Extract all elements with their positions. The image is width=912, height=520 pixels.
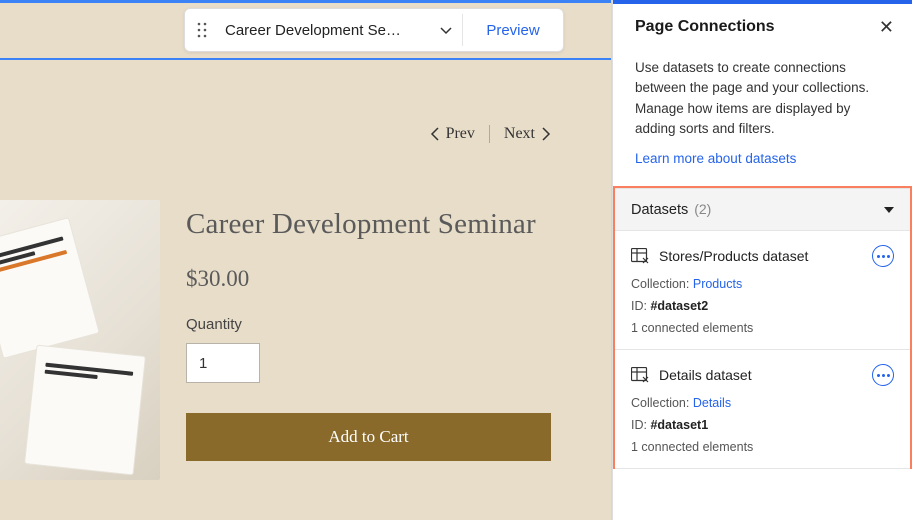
dataset-name: Stores/Products dataset (659, 248, 862, 264)
dataset-id: ID: #dataset1 (631, 418, 894, 432)
quantity-label: Quantity (186, 316, 551, 333)
chevron-right-icon (541, 127, 551, 141)
prev-label: Prev (446, 125, 475, 143)
page-connections-panel: Page Connections ✕ Use datasets to creat… (612, 0, 912, 520)
learn-more-link[interactable]: Learn more about datasets (613, 139, 912, 186)
add-to-cart-button[interactable]: Add to Cart (186, 413, 551, 461)
product-details: Career Development Seminar $30.00 Quanti… (186, 206, 551, 461)
preview-button[interactable]: Preview (463, 22, 563, 39)
product-image-bag (24, 345, 146, 476)
prev-next-nav: Prev Next (430, 125, 551, 143)
collection-link[interactable]: Details (693, 396, 731, 410)
next-label: Next (504, 125, 535, 143)
collection-link[interactable]: Products (693, 277, 742, 291)
dataset-icon (631, 248, 649, 264)
drag-handle-icon[interactable] (185, 8, 219, 52)
dataset-name: Details dataset (659, 367, 862, 383)
panel-header: Page Connections ✕ (613, 4, 912, 50)
dataset-item: Details dataset Collection: Details ID: … (615, 350, 910, 469)
datasets-header-title: Datasets (631, 202, 688, 218)
editor-canvas: Career Development Se… Preview Prev Next (0, 0, 612, 520)
panel-title: Page Connections (635, 18, 775, 36)
page-name-dropdown[interactable]: Career Development Se… (219, 22, 430, 39)
datasets-count: (2) (694, 201, 711, 217)
close-icon[interactable]: ✕ (879, 18, 894, 36)
datasets-section: Datasets (2) Stores/Products dataset Col… (613, 186, 912, 469)
dataset-more-button[interactable] (872, 364, 894, 386)
dataset-connected: 1 connected elements (631, 321, 894, 335)
page-toolbar: Career Development Se… Preview (184, 8, 564, 52)
product-image-bag (0, 217, 100, 359)
panel-description: Use datasets to create connections betwe… (613, 50, 912, 139)
dataset-connected: 1 connected elements (631, 440, 894, 454)
chevron-left-icon (430, 127, 440, 141)
product-price: $30.00 (186, 266, 551, 292)
dataset-collection: Collection: Details (631, 396, 894, 410)
dataset-id: ID: #dataset2 (631, 299, 894, 313)
selection-top-border (0, 0, 611, 3)
dataset-collection: Collection: Products (631, 277, 894, 291)
dataset-icon (631, 367, 649, 383)
dataset-item: Stores/Products dataset Collection: Prod… (615, 231, 910, 350)
product-image (0, 200, 160, 480)
prev-button[interactable]: Prev (430, 125, 475, 143)
more-dots-icon (877, 374, 890, 377)
next-button[interactable]: Next (504, 125, 551, 143)
dataset-more-button[interactable] (872, 245, 894, 267)
caret-down-icon (884, 207, 894, 213)
chevron-down-icon[interactable] (430, 23, 462, 37)
datasets-header[interactable]: Datasets (2) (615, 188, 910, 231)
selection-under-border (0, 58, 611, 60)
quantity-input[interactable] (186, 343, 260, 383)
more-dots-icon (877, 255, 890, 258)
product-title: Career Development Seminar (186, 206, 551, 242)
nav-divider (489, 125, 490, 143)
